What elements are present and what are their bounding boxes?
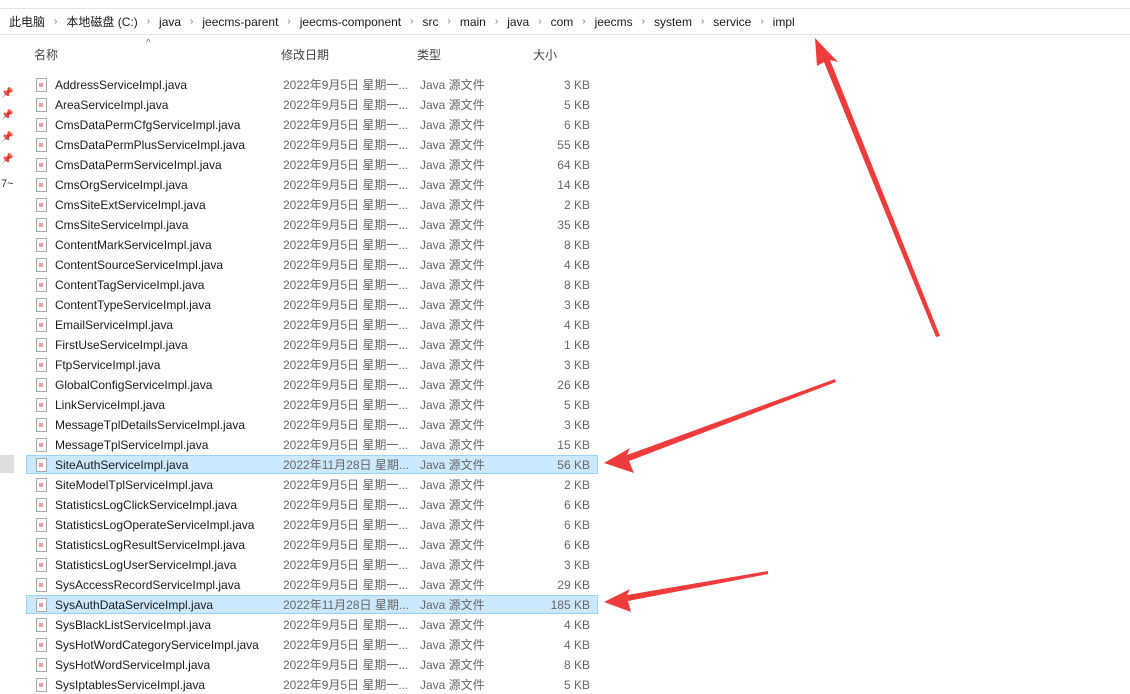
arrow-to-siteauth xyxy=(604,379,836,473)
arrow-to-sysauthdata xyxy=(604,571,768,612)
annotation-arrows xyxy=(604,38,940,612)
arrow-to-impl xyxy=(815,38,940,337)
